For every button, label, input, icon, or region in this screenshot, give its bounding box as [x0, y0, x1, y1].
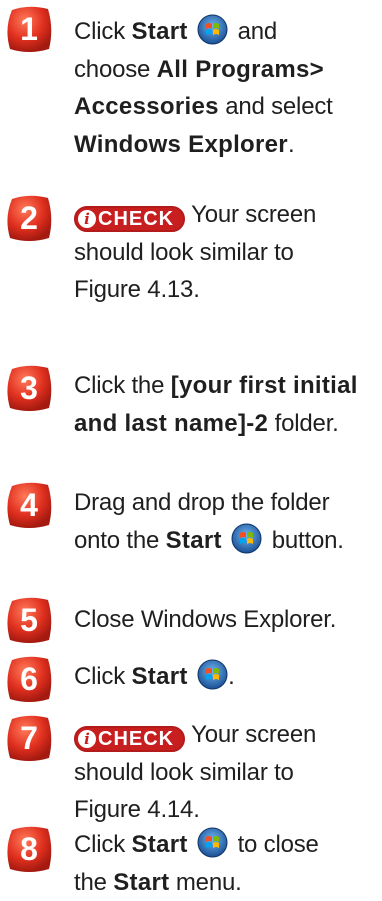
step-number-badge: 5 [4, 595, 54, 645]
step-number-badge: 1 [4, 4, 54, 54]
step-5-text: Close Windows Explorer. [74, 606, 337, 633]
info-icon: i [78, 730, 96, 748]
step-number-badge: 4 [4, 480, 54, 530]
check-badge: i CHECK [74, 726, 186, 752]
step-1-text: Click Start and choose All Programs> Acc… [74, 13, 378, 163]
step-4-text: Drag and drop the folder onto the Start … [74, 489, 344, 554]
step-3-text: Click the [your first initial and last n… [74, 372, 358, 437]
svg-text:5: 5 [20, 602, 38, 638]
step-2-text: i CHECK Your screen should look similar to… [74, 201, 317, 303]
windows-start-orb-icon [197, 827, 228, 858]
windows-start-orb-icon [197, 14, 228, 45]
step-number-badge: 7 [4, 713, 54, 763]
step-number-badge: 2 [4, 193, 54, 243]
step-number-badge: 3 [4, 363, 54, 413]
windows-start-orb-icon [231, 523, 262, 554]
svg-text:8: 8 [20, 831, 38, 867]
step-6-text: Click Start . [74, 658, 378, 696]
step-7-text: i CHECK Your screen should look similar to… [74, 721, 317, 823]
check-badge: i CHECK [74, 206, 186, 232]
step-number-badge: 6 [4, 654, 54, 704]
step-number-badge: 8 [4, 824, 54, 874]
info-icon: i [78, 210, 96, 228]
svg-text:1: 1 [20, 11, 38, 47]
svg-text:2: 2 [20, 200, 38, 236]
svg-text:4: 4 [20, 487, 38, 523]
step-8-text: Click Start to close the Start menu. [74, 826, 378, 901]
svg-text:3: 3 [20, 370, 38, 406]
svg-text:6: 6 [20, 661, 38, 697]
windows-start-orb-icon [197, 659, 228, 690]
svg-text:7: 7 [20, 720, 38, 756]
